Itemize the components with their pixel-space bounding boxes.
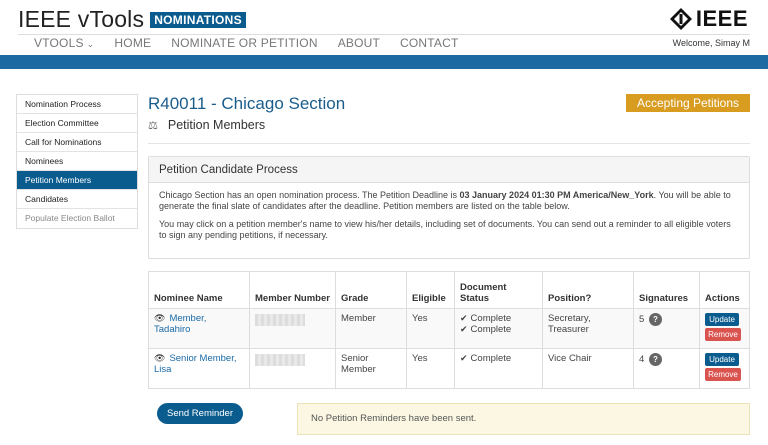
col-header: Grade [335, 271, 407, 309]
status-badge: Accepting Petitions [626, 94, 750, 112]
col-header: Document Status [454, 271, 543, 309]
col-header: Signatures [633, 271, 700, 309]
doc-status-text: Complete [470, 324, 512, 335]
ieee-diamond-logo-icon [669, 8, 692, 30]
col-header: Eligible [406, 271, 455, 309]
check-icon: ✔ [460, 313, 468, 323]
top-nav: VTOOLS ⌄ HOME NOMINATE OR PETITION ABOUT … [18, 34, 750, 50]
header-bar [0, 55, 768, 69]
redacted-member-number [255, 354, 305, 366]
brand[interactable]: IEEE vTools NOMINATIONS [18, 6, 246, 33]
redacted-member-number [255, 314, 305, 326]
signatures-cell: 5 ? [633, 308, 700, 349]
panel-paragraph: Chicago Section has an open nomination p… [159, 190, 739, 212]
update-button[interactable]: Update [705, 313, 739, 326]
col-header: Actions [699, 271, 750, 309]
member-number-cell [249, 348, 336, 389]
nominee-link[interactable]: Senior Member, Lisa [154, 353, 237, 375]
panel-paragraph: You may click on a petition member's nam… [159, 219, 731, 240]
help-icon[interactable]: ? [648, 353, 662, 366]
eligible-cell: Yes [406, 308, 455, 349]
sidebar-item-candidates[interactable]: Candidates [17, 190, 137, 209]
brand-badge: NOMINATIONS [150, 11, 246, 28]
doc-status-text: Complete [470, 313, 512, 324]
actions-cell: Update Remove [699, 348, 750, 389]
nav-label: VTOOLS [34, 36, 84, 50]
check-icon: ✔ [460, 353, 468, 363]
nav-item-vtools[interactable]: VTOOLS ⌄ [34, 36, 94, 50]
update-button[interactable]: Update [705, 353, 739, 366]
doc-status: ✔ Complete [460, 313, 537, 324]
divider [148, 143, 750, 144]
brand-title: IEEE vTools [18, 6, 145, 32]
remove-button[interactable]: Remove [705, 368, 741, 381]
nominee-cell: 👁 Member, Tadahiro [148, 308, 250, 349]
panel-body: Chicago Section has an open nomination p… [149, 183, 749, 241]
doc-status: ✔ Complete [460, 324, 537, 335]
col-header: Position? [542, 271, 634, 309]
doc-status-text: Complete [470, 353, 512, 364]
sidebar-item-call-for-nominations[interactable]: Call for Nominations [17, 133, 137, 152]
ieee-logo[interactable]: IEEE [669, 6, 748, 32]
sidebar-item-petition-members[interactable]: Petition Members [17, 171, 137, 190]
col-header: Nominee Name [148, 271, 250, 309]
panel-heading: Petition Candidate Process [149, 157, 749, 183]
sidebar-item-populate-ballot[interactable]: Populate Election Ballot [17, 209, 137, 228]
position-cell: Vice Chair [542, 348, 634, 389]
chevron-down-icon: ⌄ [86, 39, 95, 49]
balance-scale-icon: ⚖ [148, 119, 158, 132]
sidebar-item-nominees[interactable]: Nominees [17, 152, 137, 171]
sidebar: Nomination Process Election Committee Ca… [16, 94, 138, 229]
signature-count: 5 [639, 314, 645, 326]
send-reminder-button[interactable]: Send Reminder [157, 403, 243, 424]
member-number-cell [249, 308, 336, 349]
sidebar-item-election-committee[interactable]: Election Committee [17, 114, 137, 133]
grade-cell: Member [335, 308, 407, 349]
col-header: Member Number [249, 271, 336, 309]
info-panel: Petition Candidate Process Chicago Secti… [148, 156, 750, 259]
signature-count: 4 [639, 354, 645, 366]
check-icon: ✔ [460, 324, 468, 334]
table-row: 👁 Member, Tadahiro Member Yes ✔ Complete ✔… [148, 308, 750, 349]
nav-item-home[interactable]: HOME [114, 36, 151, 50]
welcome-user[interactable]: Welcome, Simay M [673, 38, 750, 48]
document-status-cell: ✔ Complete ✔ Complete [454, 308, 543, 349]
petition-deadline: 03 January 2024 01:30 PM America/New_Yor… [459, 190, 654, 200]
nav-item-about[interactable]: ABOUT [338, 36, 380, 50]
actions-cell: Update Remove [699, 308, 750, 349]
nominee-cell: 👁 Senior Member, Lisa [148, 348, 250, 389]
help-icon[interactable]: ? [648, 313, 662, 326]
document-status-cell: ✔ Complete [454, 348, 543, 389]
nav-item-nominate[interactable]: NOMINATE OR PETITION [171, 36, 317, 50]
table-header-row: Nominee Name Member Number Grade Eligibl… [148, 271, 750, 309]
page-title: R40011 - Chicago Section [148, 94, 346, 113]
doc-status: ✔ Complete [460, 353, 537, 364]
grade-cell: Senior Member [335, 348, 407, 389]
section-heading: ⚖ Petition Members [148, 118, 265, 132]
eye-icon[interactable]: 👁 [154, 353, 165, 363]
table-row: 👁 Senior Member, Lisa Senior Member Yes ✔… [148, 348, 750, 389]
remove-button[interactable]: Remove [705, 328, 741, 341]
panel-text: Chicago Section has an open nomination p… [159, 190, 460, 200]
sidebar-item-nomination-process[interactable]: Nomination Process [17, 95, 137, 114]
ieee-logo-text: IEEE [695, 6, 748, 31]
eligible-cell: Yes [406, 348, 455, 389]
petition-members-table: Nominee Name Member Number Grade Eligibl… [148, 271, 750, 389]
nav-item-contact[interactable]: CONTACT [400, 36, 459, 50]
eye-icon[interactable]: 👁 [154, 313, 165, 323]
section-title: Petition Members [167, 118, 266, 132]
reminder-alert: No Petition Reminders have been sent. [297, 403, 750, 435]
position-cell: Secretary, Treasurer [542, 308, 634, 349]
signatures-cell: 4 ? [633, 348, 700, 389]
